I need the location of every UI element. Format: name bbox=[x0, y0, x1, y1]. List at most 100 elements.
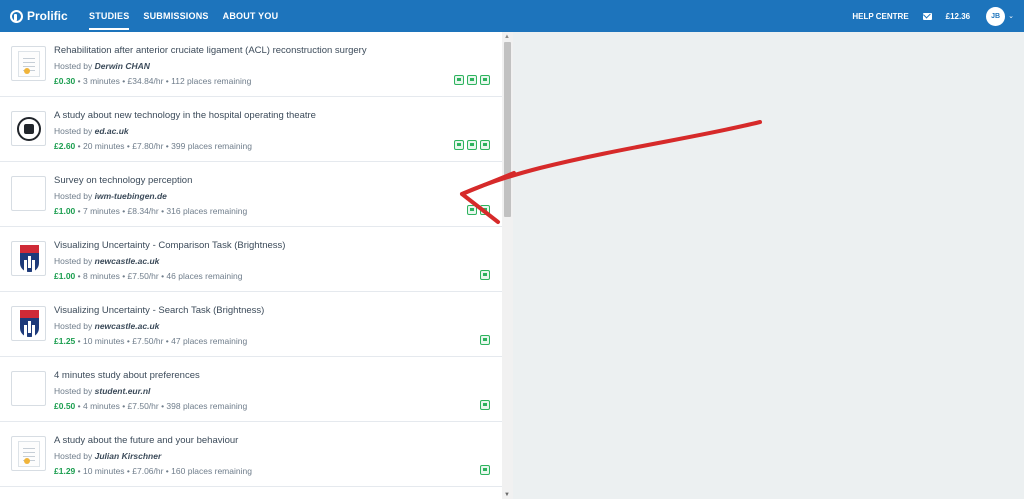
host-name: iwm-tuebingen.de bbox=[94, 191, 167, 201]
study-title[interactable]: Survey on technology perception bbox=[54, 175, 192, 186]
chevron-down-icon[interactable]: ⌄ bbox=[1008, 12, 1014, 20]
device-icons bbox=[467, 205, 490, 215]
brand[interactable]: Prolific bbox=[0, 0, 70, 32]
study-reward: £1.00 bbox=[54, 206, 76, 216]
host-name: student.eur.nl bbox=[94, 386, 151, 396]
brand-name: Prolific bbox=[27, 9, 68, 23]
study-list: Rehabilitation after anterior cruciate l… bbox=[0, 32, 502, 487]
study-reward: £1.25 bbox=[54, 336, 76, 346]
host-name: newcastle.ac.uk bbox=[94, 321, 160, 331]
study-reward: £0.30 bbox=[54, 76, 76, 86]
study-host: Hosted by student.eur.nl bbox=[54, 386, 151, 396]
study-details: • 10 minutes • £7.50/hr • 47 places rema… bbox=[75, 336, 248, 346]
account-balance[interactable]: £12.36 bbox=[946, 12, 970, 21]
study-details: • 7 minutes • £8.34/hr • 316 places rema… bbox=[75, 206, 248, 216]
study-thumbnail bbox=[11, 306, 46, 341]
study-details: • 3 minutes • £34.84/hr • 112 places rem… bbox=[75, 76, 252, 86]
device-icons bbox=[480, 465, 490, 475]
nav-right: HELP CENTRE £12.36 JB ⌄ bbox=[852, 0, 1024, 32]
study-title[interactable]: Rehabilitation after anterior cruciate l… bbox=[54, 45, 367, 56]
study-title[interactable]: 4 minutes study about preferences bbox=[54, 370, 200, 381]
mobile-icon bbox=[467, 140, 477, 150]
study-item[interactable]: A study about the future and your behavi… bbox=[0, 422, 502, 487]
study-title[interactable]: Visualizing Uncertainty - Search Task (B… bbox=[54, 305, 264, 316]
study-thumbnail bbox=[11, 436, 46, 471]
study-item[interactable]: Visualizing Uncertainty - Comparison Tas… bbox=[0, 227, 502, 292]
university-crest-icon bbox=[17, 117, 41, 141]
study-title[interactable]: A study about the future and your behavi… bbox=[54, 435, 238, 446]
top-navigation-bar: Prolific STUDIES SUBMISSIONS ABOUT YOU H… bbox=[0, 0, 1024, 32]
main-nav: STUDIES SUBMISSIONS ABOUT YOU bbox=[82, 0, 285, 32]
study-details: • 20 minutes • £7.80/hr • 399 places rem… bbox=[75, 141, 252, 151]
study-thumbnail bbox=[11, 46, 46, 81]
document-icon bbox=[18, 51, 40, 77]
scrollbar-thumb[interactable] bbox=[504, 42, 511, 217]
study-thumbnail bbox=[11, 111, 46, 146]
document-icon bbox=[18, 441, 40, 467]
device-icons bbox=[480, 270, 490, 280]
study-item[interactable]: Rehabilitation after anterior cruciate l… bbox=[0, 32, 502, 97]
desktop-icon bbox=[480, 270, 490, 280]
tab-about-you[interactable]: ABOUT YOU bbox=[216, 0, 286, 32]
help-centre-link[interactable]: HELP CENTRE bbox=[852, 12, 908, 21]
device-icons bbox=[454, 140, 490, 150]
prolific-logo-icon bbox=[10, 9, 23, 23]
study-reward: £2.60 bbox=[54, 141, 76, 151]
study-host: Hosted by ed.ac.uk bbox=[54, 126, 129, 136]
device-icons bbox=[480, 400, 490, 410]
scroll-up-icon[interactable]: ▲ bbox=[504, 34, 510, 40]
scroll-down-icon[interactable]: ▼ bbox=[504, 492, 510, 498]
host-name: newcastle.ac.uk bbox=[94, 256, 160, 266]
mobile-icon bbox=[467, 75, 477, 85]
study-reward: £1.00 bbox=[54, 271, 76, 281]
study-details: • 4 minutes • £7.50/hr • 398 places rema… bbox=[75, 401, 248, 411]
desktop-icon bbox=[467, 205, 477, 215]
avatar[interactable]: JB bbox=[986, 6, 1006, 26]
study-meta: £0.30 • 3 minutes • £34.84/hr • 112 plac… bbox=[54, 76, 251, 86]
device-icons bbox=[480, 335, 490, 345]
study-reward: £0.50 bbox=[54, 401, 76, 411]
university-crest-icon bbox=[20, 310, 39, 337]
mail-icon[interactable] bbox=[922, 12, 932, 20]
study-meta: £1.25 • 10 minutes • £7.50/hr • 47 place… bbox=[54, 336, 247, 346]
study-details: • 8 minutes • £7.50/hr • 46 places remai… bbox=[75, 271, 243, 281]
tab-submissions[interactable]: SUBMISSIONS bbox=[136, 0, 215, 32]
study-host: Hosted by Derwin CHAN bbox=[54, 61, 150, 71]
study-meta: £1.29 • 10 minutes • £7.06/hr • 160 plac… bbox=[54, 466, 252, 476]
study-reward: £1.29 bbox=[54, 466, 76, 476]
study-item[interactable]: IWM Survey on technology perception Host… bbox=[0, 162, 502, 227]
desktop-icon bbox=[480, 335, 490, 345]
tablet-icon bbox=[480, 75, 490, 85]
study-thumbnail bbox=[11, 241, 46, 276]
study-thumbnail: IWM bbox=[11, 176, 46, 211]
desktop-icon bbox=[480, 465, 490, 475]
study-meta: £1.00 • 8 minutes • £7.50/hr • 46 places… bbox=[54, 271, 243, 281]
university-crest-icon bbox=[20, 245, 39, 272]
study-item[interactable]: Visualizing Uncertainty - Search Task (B… bbox=[0, 292, 502, 357]
study-host: Hosted by iwm-tuebingen.de bbox=[54, 191, 167, 201]
study-meta: £1.00 • 7 minutes • £8.34/hr • 316 place… bbox=[54, 206, 247, 216]
desktop-icon bbox=[454, 140, 464, 150]
study-item[interactable]: Erasmus University Rotterdam 4 minutes s… bbox=[0, 357, 502, 422]
study-host: Hosted by Julian Kirschner bbox=[54, 451, 162, 461]
study-title[interactable]: Visualizing Uncertainty - Comparison Tas… bbox=[54, 240, 285, 251]
scrollbar[interactable]: ▲ ▼ bbox=[502, 32, 513, 499]
desktop-icon bbox=[480, 400, 490, 410]
study-item[interactable]: A study about new technology in the hosp… bbox=[0, 97, 502, 162]
study-thumbnail: Erasmus University Rotterdam bbox=[11, 371, 46, 406]
study-title[interactable]: A study about new technology in the hosp… bbox=[54, 110, 316, 121]
device-icons bbox=[454, 75, 490, 85]
study-host: Hosted by newcastle.ac.uk bbox=[54, 256, 160, 266]
study-host: Hosted by newcastle.ac.uk bbox=[54, 321, 160, 331]
erasmus-logo: Erasmus University Rotterdam bbox=[15, 380, 38, 395]
tablet-icon bbox=[480, 140, 490, 150]
desktop-icon bbox=[454, 75, 464, 85]
host-name: Julian Kirschner bbox=[94, 451, 162, 461]
iwm-logo: IWM bbox=[15, 187, 39, 201]
studies-panel: Rehabilitation after anterior cruciate l… bbox=[0, 32, 513, 499]
host-name: ed.ac.uk bbox=[94, 126, 129, 136]
tab-studies[interactable]: STUDIES bbox=[82, 0, 136, 32]
host-name: Derwin CHAN bbox=[94, 61, 150, 71]
tablet-icon bbox=[480, 205, 490, 215]
study-meta: £0.50 • 4 minutes • £7.50/hr • 398 place… bbox=[54, 401, 247, 411]
